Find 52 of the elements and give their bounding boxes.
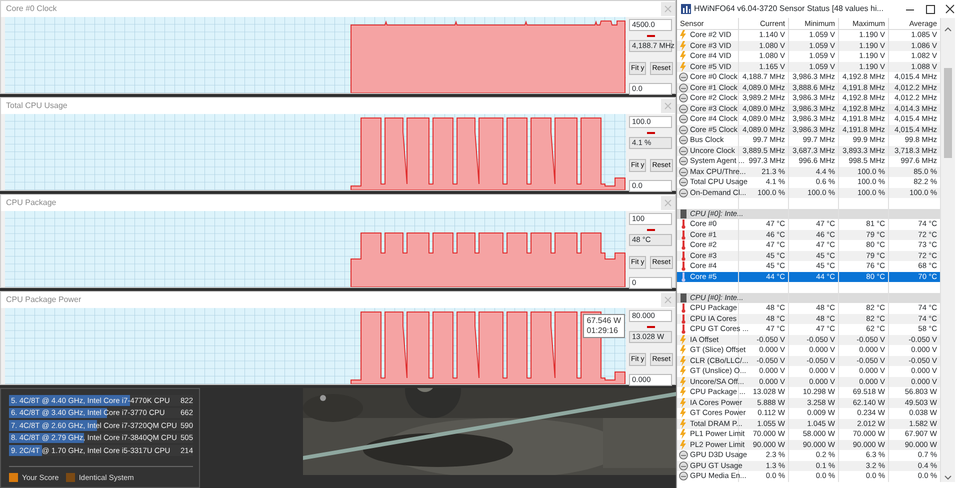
gauge-icon bbox=[679, 114, 688, 124]
thermometer-icon bbox=[679, 324, 688, 334]
tooltip-time: 01:29:16 bbox=[586, 326, 619, 336]
bolt-icon bbox=[679, 376, 688, 387]
bolt-icon bbox=[679, 40, 688, 51]
bolt-icon bbox=[679, 418, 688, 429]
bolt-icon bbox=[679, 429, 688, 440]
gauge-icon bbox=[679, 166, 688, 177]
scrollbar-thumb[interactable] bbox=[944, 68, 952, 158]
chip-icon bbox=[679, 292, 688, 303]
gauge-icon bbox=[679, 177, 688, 188]
gauge-icon bbox=[679, 82, 688, 93]
thermometer-icon bbox=[679, 261, 688, 272]
gauge-icon bbox=[679, 156, 688, 166]
thermometer-icon bbox=[679, 314, 688, 324]
gauge-icon bbox=[679, 93, 688, 104]
thermometer-icon bbox=[679, 303, 688, 314]
gauge-icon bbox=[679, 135, 688, 146]
bolt-icon bbox=[679, 30, 688, 40]
bolt-icon bbox=[679, 51, 688, 62]
gauge-icon bbox=[679, 146, 688, 156]
close-icon[interactable] bbox=[943, 3, 957, 15]
bolt-icon bbox=[679, 408, 688, 418]
gauge-icon bbox=[679, 104, 688, 114]
gauge-icon bbox=[679, 471, 688, 482]
bolt-icon bbox=[679, 366, 688, 376]
bolt-icon bbox=[679, 398, 688, 408]
app-icon bbox=[681, 4, 691, 14]
window-title: HWiNFO64 v6.04-3720 Sensor Status [48 values hi... bbox=[694, 3, 884, 15]
gauge-icon bbox=[679, 450, 688, 460]
bolt-icon bbox=[679, 387, 688, 398]
bolt-icon bbox=[679, 62, 688, 72]
graph-title: Core #0 Clock bbox=[6, 3, 57, 15]
bolt-icon bbox=[679, 356, 688, 366]
graph-title: Total CPU Usage bbox=[6, 100, 68, 112]
thermometer-icon bbox=[679, 219, 688, 230]
thermometer-icon bbox=[679, 230, 688, 240]
bolt-icon bbox=[679, 345, 688, 356]
graph-title: CPU Package bbox=[6, 197, 56, 209]
gauge-icon bbox=[679, 188, 688, 198]
maximize-icon[interactable] bbox=[923, 3, 937, 15]
tooltip-value: 67.546 W bbox=[586, 316, 621, 326]
chip-icon bbox=[679, 208, 688, 219]
graph-title: CPU Package Power bbox=[6, 294, 82, 306]
thermometer-icon bbox=[679, 250, 688, 261]
gauge-icon bbox=[679, 124, 688, 135]
bolt-icon bbox=[679, 334, 688, 345]
bolt-icon bbox=[679, 440, 688, 450]
thermometer-icon bbox=[679, 272, 688, 282]
thermometer-icon bbox=[679, 240, 688, 250]
gauge-icon bbox=[679, 72, 688, 82]
gauge-icon bbox=[679, 460, 688, 471]
